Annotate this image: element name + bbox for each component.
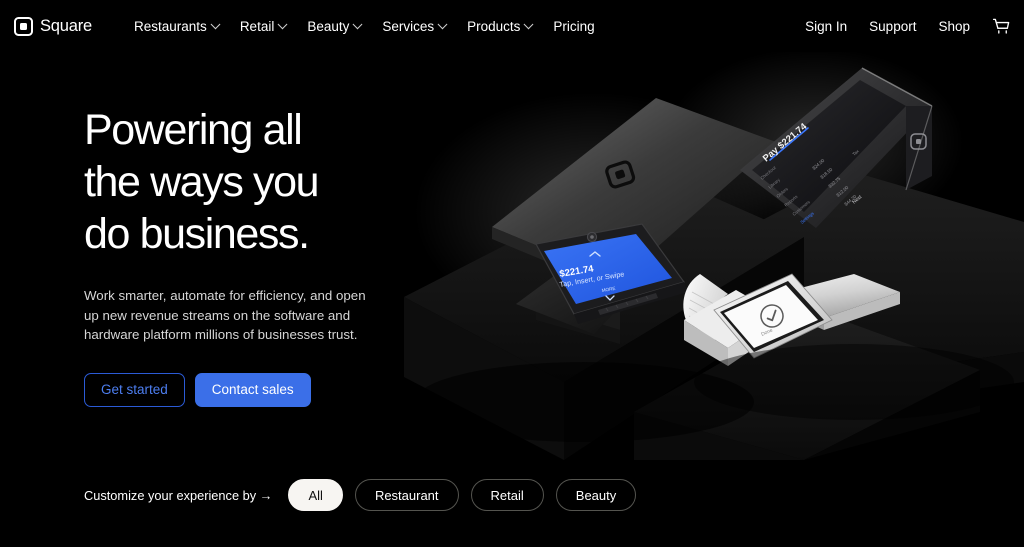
svg-text:Settings: Settings	[799, 210, 815, 225]
customize-label: Customize your experience by →	[84, 487, 273, 503]
page-title: Powering all the ways you do business.	[84, 104, 414, 260]
svg-text:$24.00: $24.00	[811, 158, 825, 171]
nav-item-label: Beauty	[307, 18, 350, 34]
chevron-down-icon	[352, 18, 363, 29]
svg-text:Customers: Customers	[791, 199, 811, 217]
square-homepage-hero: Square Restaurants Retail Beauty Service…	[0, 0, 1024, 547]
nav-item-services[interactable]: Services	[382, 18, 448, 34]
svg-text:$12.00: $12.00	[835, 185, 849, 198]
svg-text:Done: Done	[760, 327, 774, 337]
nav-item-label: Restaurants	[134, 18, 207, 34]
headline-line-1: Powering all	[84, 106, 303, 154]
nav-item-label: Products	[467, 18, 521, 34]
hero-cta-group: Get started Contact sales	[84, 372, 414, 407]
top-navigation-bar: Square Restaurants Retail Beauty Service…	[0, 0, 1024, 52]
filter-pill-restaurant[interactable]: Restaurant	[354, 479, 459, 511]
nav-item-restaurants[interactable]: Restaurants	[134, 18, 221, 34]
nav-item-retail[interactable]: Retail	[239, 18, 288, 34]
svg-text:Tap, Insert, or Swipe: Tap, Insert, or Swipe	[559, 269, 625, 289]
chevron-down-icon	[277, 18, 288, 29]
nav-item-beauty[interactable]: Beauty	[307, 18, 363, 34]
shopping-cart-icon[interactable]	[992, 17, 1011, 36]
svg-text:Library: Library	[767, 177, 781, 190]
svg-text:MORE: MORE	[601, 286, 615, 293]
square-logo[interactable]: Square	[14, 16, 93, 36]
nav-item-label: Pricing	[553, 18, 595, 34]
svg-text:$221.74: $221.74	[559, 263, 595, 280]
svg-text:Reports: Reports	[783, 194, 799, 208]
filter-pill-all[interactable]: All	[288, 479, 343, 511]
svg-text:Tax: Tax	[851, 148, 860, 157]
headline-line-3: do business.	[84, 210, 310, 258]
chevron-down-icon	[210, 18, 221, 29]
svg-text:$32.75: $32.75	[827, 176, 841, 189]
nav-item-label: Services	[382, 18, 435, 34]
brand-name: Square	[40, 16, 93, 35]
get-started-button[interactable]: Get started	[84, 372, 185, 407]
chevron-down-icon	[523, 18, 534, 29]
hero-subcopy: Work smarter, automate for efficiency, a…	[84, 288, 366, 342]
hero-content: Powering all the ways you do business. W…	[84, 104, 414, 407]
secondary-nav-items: Sign In Support Shop	[805, 17, 1011, 36]
nav-item-products[interactable]: Products	[467, 18, 534, 34]
svg-text:$44.20: $44.20	[843, 194, 857, 207]
headline-line-2: the ways you	[84, 158, 320, 206]
square-logo-icon	[14, 16, 33, 36]
support-link[interactable]: Support	[869, 19, 916, 34]
nav-item-pricing[interactable]: Pricing	[553, 19, 594, 34]
nav-item-label: Retail	[239, 18, 275, 34]
svg-text:Orders: Orders	[775, 186, 789, 199]
primary-nav-items: Restaurants Retail Beauty Services Produ…	[134, 19, 595, 34]
filter-pill-retail[interactable]: Retail	[470, 479, 544, 511]
contact-sales-button[interactable]: Contact sales	[194, 372, 311, 407]
sign-in-link[interactable]: Sign In	[805, 19, 847, 34]
hero-product-illustration: $221.74 Tap, Insert, or Swipe MORE Pay $…	[384, 47, 1024, 460]
customize-experience-bar: Customize your experience by → All Resta…	[84, 479, 637, 511]
shop-link[interactable]: Shop	[938, 19, 970, 34]
filter-pill-beauty[interactable]: Beauty	[555, 479, 637, 511]
svg-text:Checkout: Checkout	[759, 165, 777, 181]
svg-text:Next: Next	[851, 194, 863, 206]
svg-text:$18.50: $18.50	[819, 167, 833, 180]
svg-text:Pay $221.74: Pay $221.74	[761, 121, 810, 165]
chevron-down-icon	[437, 18, 448, 29]
